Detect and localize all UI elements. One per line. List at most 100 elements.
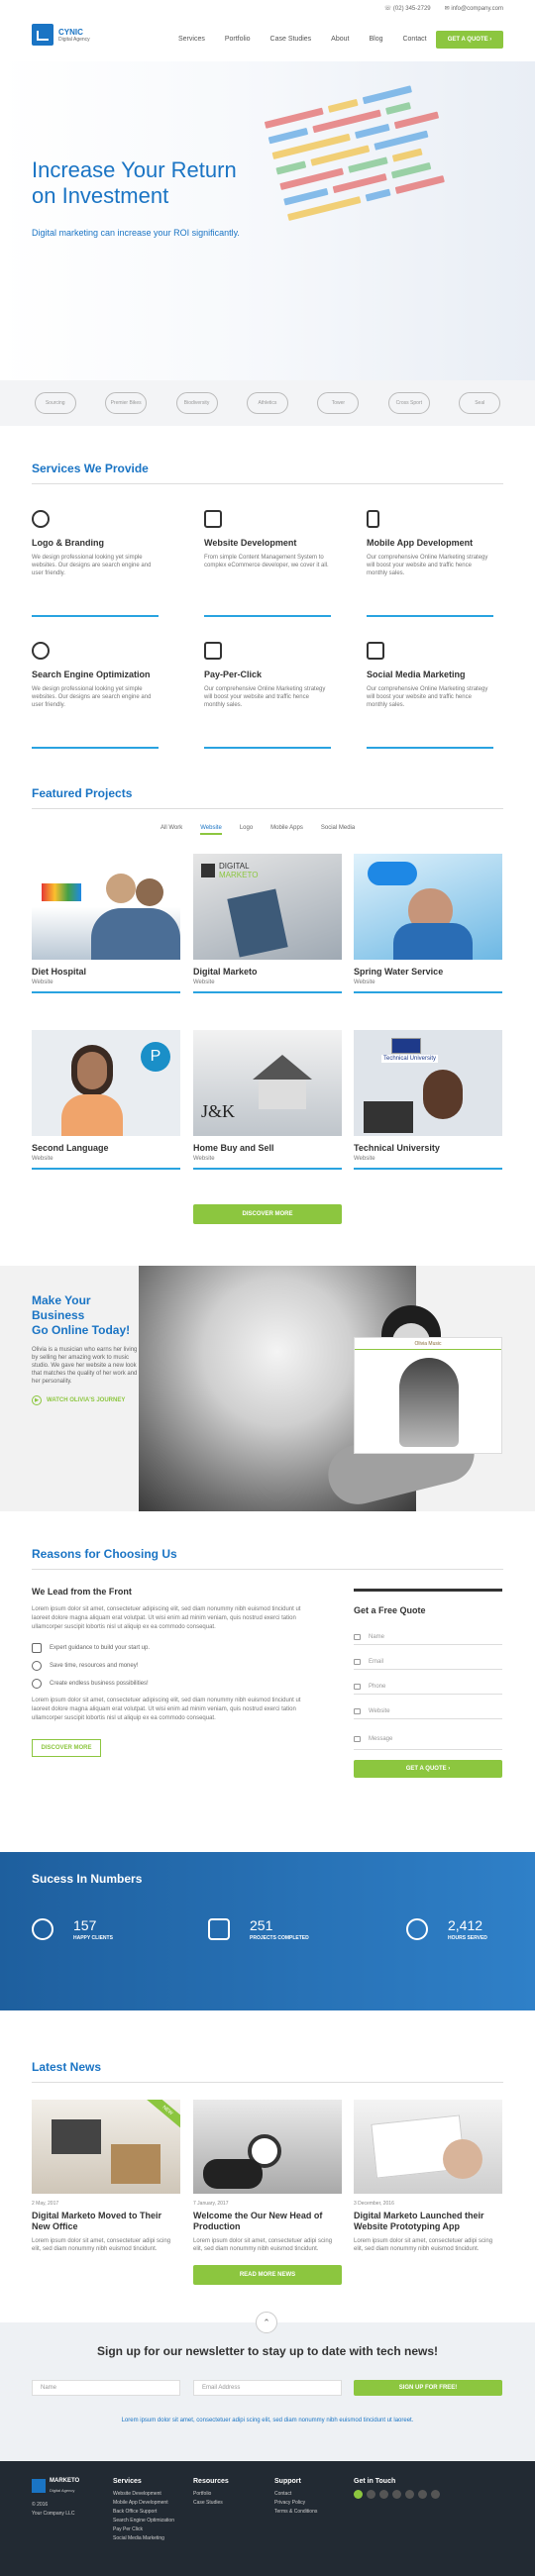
monitor-icon (204, 510, 222, 528)
service-card-seo[interactable]: Search Engine Optimization We design pro… (32, 642, 159, 749)
news-card[interactable]: NEW 2 May, 2017 Digital Marketo Moved to… (32, 2100, 180, 2253)
footer-services: Services Website Development Mobile App … (113, 2477, 174, 2543)
project-card[interactable]: DIGITAL MARKETO Digital Marketo Website (193, 854, 342, 993)
service-underline (367, 747, 493, 749)
divider (32, 1569, 503, 1570)
linkedin-icon[interactable] (431, 2490, 440, 2499)
twitter-icon[interactable] (367, 2490, 375, 2499)
project-card[interactable]: J&K Home Buy and Sell Website (193, 1030, 342, 1170)
footer: MARKETO Digital Agency © 2016 Your Compan… (0, 2461, 535, 2576)
watch-journey-label: WATCH OLIVIA'S JOURNEY (47, 1397, 126, 1403)
read-more-news-button[interactable]: READ MORE NEWS (193, 2265, 342, 2285)
phone-text[interactable]: ☏ (02) 345-2729 (384, 5, 431, 12)
service-card-mobile[interactable]: Mobile App Development Our comprehensive… (367, 510, 493, 617)
nav-case-studies[interactable]: Case Studies (270, 36, 312, 43)
tab-social-media[interactable]: Social Media (321, 825, 355, 835)
project-image: P (32, 1030, 180, 1136)
news-headline: Digital Marketo Moved to Their New Offic… (32, 2211, 162, 2231)
discover-more-button[interactable]: DISCOVER MORE (193, 1204, 342, 1224)
tab-logo[interactable]: Logo (240, 825, 253, 835)
watch-journey-link[interactable]: ▶ WATCH OLIVIA'S JOURNEY (32, 1395, 141, 1405)
project-category: Website (193, 1156, 215, 1162)
service-title: Search Engine Optimization (32, 670, 151, 679)
nav-about[interactable]: About (331, 36, 349, 43)
email-field[interactable]: Email (354, 1654, 502, 1670)
facebook-icon[interactable] (354, 2490, 363, 2499)
brand-name: CYNIC (58, 27, 83, 37)
news-date: 3 December, 2016 (354, 2201, 394, 2207)
footer-link[interactable]: Website Development (113, 2490, 174, 2499)
get-quote-button[interactable]: GET A QUOTE › (436, 31, 503, 49)
tab-website[interactable]: Website (200, 825, 222, 835)
news-card[interactable]: 3 December, 2016 Digital Marketo Launche… (354, 2100, 502, 2253)
tab-mobile-apps[interactable]: Mobile Apps (270, 825, 303, 835)
footer-link[interactable]: Social Media Marketing (113, 2534, 174, 2543)
website-field[interactable]: Website (354, 1703, 502, 1719)
footer-link[interactable]: Privacy Policy (274, 2499, 317, 2508)
project-card[interactable]: Diet Hospital Website (32, 854, 180, 993)
project-card[interactable]: P Second Language Website (32, 1030, 180, 1170)
email-address: info@company.com (451, 6, 503, 12)
reasons-title: Reasons for Choosing Us (32, 1547, 177, 1561)
tab-all-work[interactable]: All Work (160, 825, 182, 835)
project-card[interactable]: Technical University Technical Universit… (354, 1030, 502, 1170)
news-card[interactable]: 7 January, 2017 Welcome the Our New Head… (193, 2100, 342, 2253)
service-card-web[interactable]: Website Development From simple Content … (204, 510, 331, 617)
name-field[interactable]: Name (354, 1629, 502, 1645)
service-card-logo[interactable]: Logo & Branding We design professional l… (32, 510, 159, 617)
footer-link[interactable]: Case Studies (193, 2499, 229, 2508)
newsletter-signup-button[interactable]: SIGN UP FOR FREE! (354, 2380, 502, 2396)
footer-link[interactable]: Contact (274, 2490, 317, 2499)
footer-link[interactable]: Back Office Support (113, 2508, 174, 2517)
scroll-top-icon[interactable]: ⌃ (256, 2312, 277, 2333)
news-excerpt: Lorem ipsum dolor sit amet, consectetuer… (354, 2238, 493, 2252)
reasons-content: We Lead from the Front Lorem ipsum dolor… (32, 1587, 319, 1757)
stat-value: 251 (250, 1917, 273, 1933)
case-study-desc: Olivia is a musician who earns her livin… (32, 1347, 138, 1385)
project-image (32, 854, 180, 960)
youtube-icon[interactable] (418, 2490, 427, 2499)
quote-submit-button[interactable]: GET A QUOTE › (354, 1760, 502, 1778)
stats-title: Sucess In Numbers (32, 1872, 143, 1886)
news-title: Latest News (32, 2060, 102, 2074)
footer-link[interactable]: Portfolio (193, 2490, 229, 2499)
partner-logo-tower: Tower (317, 392, 360, 414)
phone-field[interactable]: Phone (354, 1679, 502, 1695)
email-text[interactable]: ✉ info@company.com (445, 5, 503, 12)
footer-logo-icon (32, 2479, 46, 2493)
footer-link[interactable]: Search Engine Optimization (113, 2517, 174, 2525)
footer-link[interactable]: Pay Per Click (113, 2525, 174, 2534)
nav-portfolio[interactable]: Portfolio (225, 36, 251, 43)
service-card-ppc[interactable]: Pay-Per-Click Our comprehensive Online M… (204, 642, 331, 749)
projects-title: Featured Projects (32, 786, 133, 800)
project-title: Spring Water Service (354, 967, 444, 977)
pinterest-icon[interactable] (392, 2490, 401, 2499)
instagram-icon[interactable] (405, 2490, 414, 2499)
service-title: Social Media Marketing (367, 670, 466, 679)
nav-contact[interactable]: Contact (402, 36, 426, 43)
nav-blog[interactable]: Blog (369, 36, 382, 43)
partner-logo-seal: Seal (459, 392, 501, 414)
project-title: Home Buy and Sell (193, 1143, 274, 1153)
reasons-discover-button[interactable]: DISCOVER MORE (32, 1739, 101, 1757)
message-field[interactable]: Message (354, 1728, 502, 1750)
project-image (354, 854, 502, 960)
brand-sub: Digital Agency (58, 36, 90, 43)
project-underline (32, 991, 180, 993)
phone-number: (02) 345-2729 (392, 6, 431, 12)
news-date: 2 May, 2017 (32, 2201, 59, 2207)
stat-projects: 251 PROJECTS COMPLETED (208, 1917, 309, 1941)
service-underline (367, 615, 493, 617)
email-placeholder: Email (369, 1658, 384, 1665)
google-plus-icon[interactable] (379, 2490, 388, 2499)
newsletter-name-input[interactable]: Name (32, 2380, 180, 2396)
newsletter-email-input[interactable]: Email Address (193, 2380, 342, 2396)
brand-logo[interactable]: CYNIC Digital Agency (32, 24, 90, 46)
footer-link[interactable]: Terms & Conditions (274, 2508, 317, 2517)
nav-services[interactable]: Services (178, 36, 205, 43)
quote-form-title: Get a Free Quote (354, 1605, 426, 1615)
footer-link[interactable]: Mobile App Development (113, 2499, 174, 2508)
bullet-text: Create endless business possibilities! (50, 1681, 149, 1687)
service-card-social[interactable]: Social Media Marketing Our comprehensive… (367, 642, 493, 749)
project-card[interactable]: Spring Water Service Website (354, 854, 502, 993)
